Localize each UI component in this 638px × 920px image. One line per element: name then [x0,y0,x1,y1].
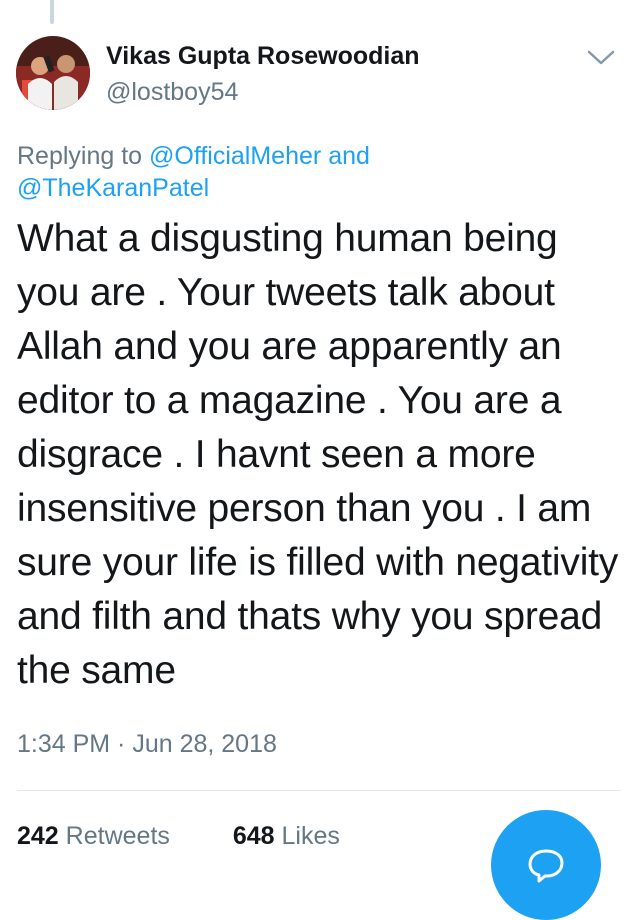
tweet-timestamp: 1:34 PM · Jun 28, 2018 [17,730,277,758]
reply-joiner: and [328,142,370,170]
replying-to: Replying to @OfficialMeher and @TheKaran… [17,140,497,204]
tweet-text: What a disgusting human being you are . … [17,217,619,692]
author-name[interactable]: Vikas Gupta Rosewoodian [106,42,420,71]
reply-mention-link[interactable]: @TheKaranPatel [17,174,209,202]
reply-bubble-icon [528,849,564,883]
engagement-stats: 242 Retweets 648 Likes [17,822,340,851]
avatar[interactable] [16,36,90,110]
retweets-stat[interactable]: 242 Retweets [17,822,170,851]
chevron-down-icon[interactable] [586,48,616,68]
author-handle[interactable]: @lostboy54 [106,78,238,107]
likes-stat[interactable]: 648 Likes [233,822,340,851]
reply-mention-link[interactable]: @OfficialMeher [149,142,321,170]
replying-prefix: Replying to [17,142,143,170]
reply-fab-button[interactable] [491,810,601,920]
divider [17,790,621,791]
likes-label: Likes [281,822,340,850]
retweets-label: Retweets [65,822,170,850]
thread-connector-line [50,0,54,24]
likes-count: 648 [232,822,275,850]
retweets-count: 242 [17,822,59,850]
